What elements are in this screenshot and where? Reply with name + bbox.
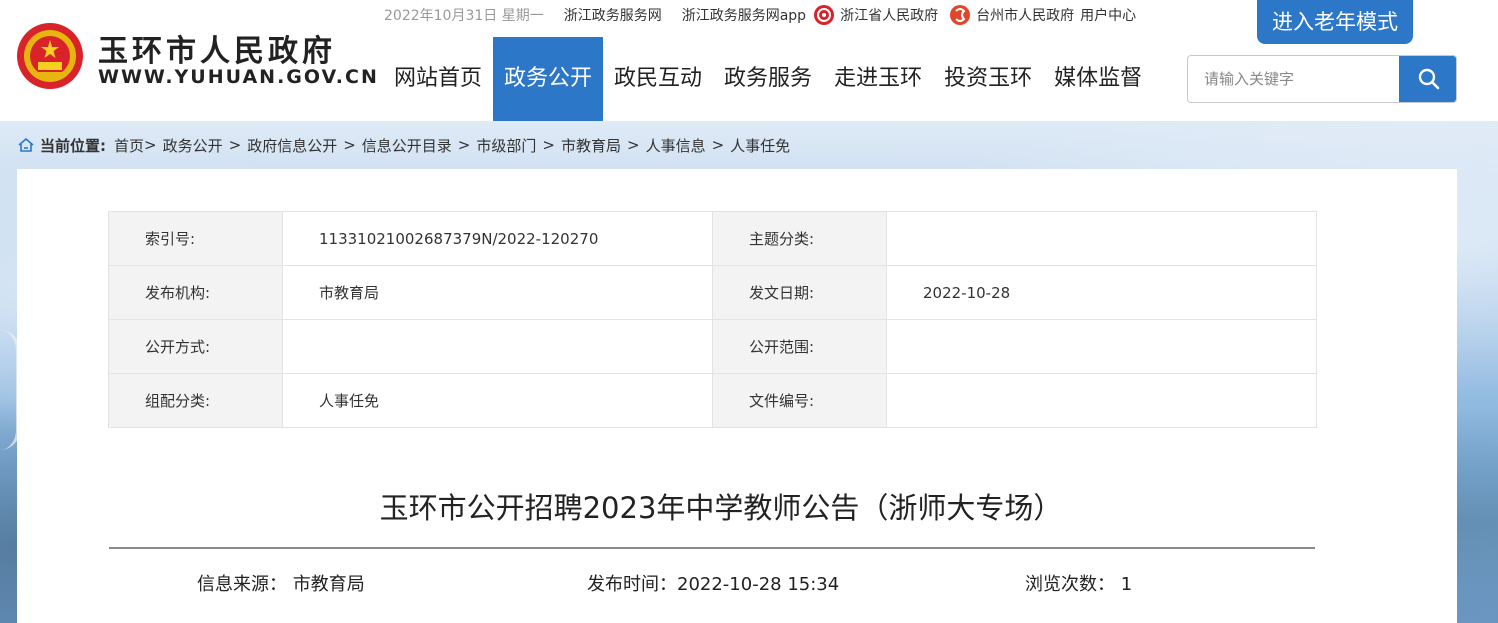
meta-value bbox=[886, 211, 1317, 266]
nav-gov-affairs[interactable]: 政务公开 bbox=[493, 37, 604, 121]
breadcrumb-label: 当前位置: bbox=[40, 136, 106, 155]
breadcrumb-separator: > bbox=[343, 136, 356, 154]
table-row: 组配分类: 人事任免 文件编号: bbox=[108, 373, 1317, 428]
elder-mode-button[interactable]: 进入老年模式 bbox=[1257, 0, 1413, 44]
zhejiang-gov-icon bbox=[814, 5, 835, 25]
table-row: 索引号: 11331021002687379N/2022-120270 主题分类… bbox=[108, 211, 1317, 266]
article-title: 玉环市公开招聘2023年中学教师公告（浙师大专场） bbox=[379, 491, 1063, 525]
search-input[interactable] bbox=[1188, 56, 1399, 102]
table-row: 公开方式: 公开范围: bbox=[108, 319, 1317, 374]
breadcrumb-separator: > bbox=[711, 136, 725, 154]
metadata-table: 索引号: 11331021002687379N/2022-120270 主题分类… bbox=[108, 211, 1317, 428]
publish-time-value: 2022-10-28 15:34 bbox=[677, 574, 840, 595]
breadcrumb-separator: > bbox=[144, 136, 157, 154]
meta-key: 公开方式: bbox=[108, 319, 283, 374]
info-publish-time: 发布时间：2022-10-28 15:34 bbox=[587, 570, 839, 596]
meta-value: 2022-10-28 bbox=[886, 265, 1317, 320]
info-source: 信息来源： 市教育局 bbox=[197, 570, 365, 596]
views-value: 1 bbox=[1120, 574, 1133, 595]
nav-invest[interactable]: 投资玉环 bbox=[933, 37, 1043, 121]
title-divider bbox=[109, 547, 1315, 549]
nav-media-supervision[interactable]: 媒体监督 bbox=[1043, 37, 1153, 121]
breadcrumb-separator: > bbox=[457, 136, 471, 154]
search-box bbox=[1187, 55, 1457, 103]
info-views: 浏览次数： 1 bbox=[1025, 570, 1132, 596]
crumb-city-departments[interactable]: 市级部门 bbox=[476, 135, 536, 156]
link-taizhou-gov[interactable]: 台州市人民政府 bbox=[976, 5, 1074, 25]
crumb-info-disclosure[interactable]: 政府信息公开 bbox=[247, 135, 337, 156]
source-label: 信息来源： bbox=[197, 574, 287, 595]
logo-domain: WWW.YUHUAN.GOV.CN bbox=[98, 66, 379, 88]
table-row: 发布机构: 市教育局 发文日期: 2022-10-28 bbox=[108, 265, 1317, 320]
meta-value bbox=[886, 373, 1317, 428]
content-panel: 索引号: 11331021002687379N/2022-120270 主题分类… bbox=[17, 169, 1457, 623]
crumb-appointments[interactable]: 人事任免 bbox=[730, 135, 790, 156]
breadcrumb-separator: > bbox=[542, 136, 555, 154]
meta-value: 人事任免 bbox=[282, 373, 713, 428]
taizhou-gov-icon bbox=[950, 5, 971, 25]
crumb-education-bureau[interactable]: 市教育局 bbox=[561, 135, 621, 156]
meta-key: 公开范围: bbox=[712, 319, 887, 374]
views-label: 浏览次数： bbox=[1025, 574, 1115, 595]
nav-about-yuhuan[interactable]: 走进玉环 bbox=[823, 37, 933, 121]
meta-value: 11331021002687379N/2022-120270 bbox=[282, 211, 713, 266]
home-icon bbox=[18, 138, 34, 152]
nav-interaction[interactable]: 政民互动 bbox=[603, 37, 713, 121]
site-header: 玉环市人民政府 WWW.YUHUAN.GOV.CN 2022年10月31日 星期… bbox=[0, 0, 1498, 121]
search-button[interactable] bbox=[1399, 56, 1456, 102]
breadcrumb: 当前位置: 首页 > 政务公开 > 政府信息公开 > 信息公开目录 > 市级部门 > 市教… bbox=[18, 135, 790, 155]
source-value: 市教育局 bbox=[292, 574, 365, 595]
breadcrumb-separator: > bbox=[228, 136, 242, 154]
meta-key: 主题分类: bbox=[712, 211, 887, 266]
search-icon bbox=[1418, 68, 1439, 90]
crumb-disclosure-catalog[interactable]: 信息公开目录 bbox=[362, 135, 452, 156]
nav-services[interactable]: 政务服务 bbox=[713, 37, 823, 121]
link-zjzwfw[interactable]: 浙江政务服务网 bbox=[564, 5, 662, 25]
crumb-personnel-info[interactable]: 人事信息 bbox=[646, 135, 706, 156]
logo-chinese-name: 玉环市人民政府 bbox=[98, 34, 336, 69]
national-emblem-icon bbox=[17, 23, 83, 89]
meta-value: 市教育局 bbox=[282, 265, 713, 320]
meta-key: 发文日期: bbox=[712, 265, 887, 320]
current-date: 2022年10月31日 星期一 bbox=[384, 8, 544, 24]
meta-value bbox=[282, 319, 713, 374]
meta-key: 索引号: bbox=[108, 211, 283, 266]
link-user-center[interactable]: 用户中心 bbox=[1080, 5, 1136, 25]
crumb-gov-affairs[interactable]: 政务公开 bbox=[163, 135, 223, 156]
meta-key: 发布机构: bbox=[108, 265, 283, 320]
meta-key: 组配分类: bbox=[108, 373, 283, 428]
publish-time-label: 发布时间： bbox=[587, 574, 677, 595]
top-links-bar: 2022年10月31日 星期一 浙江政务服务网 浙江政务服务网app 浙江省人民… bbox=[384, 4, 1156, 26]
link-zhejiang-gov[interactable]: 浙江省人民政府 bbox=[840, 5, 938, 25]
site-logo[interactable]: 玉环市人民政府 WWW.YUHUAN.GOV.CN bbox=[14, 20, 384, 92]
nav-home[interactable]: 网站首页 bbox=[383, 37, 493, 121]
meta-value bbox=[886, 319, 1317, 374]
main-nav: 网站首页 政务公开 政民互动 政务服务 走进玉环 投资玉环 媒体监督 bbox=[383, 37, 1153, 121]
link-zjzwfw-app[interactable]: 浙江政务服务网app bbox=[682, 5, 806, 25]
breadcrumb-separator: > bbox=[626, 136, 640, 154]
meta-key: 文件编号: bbox=[712, 373, 887, 428]
crumb-home[interactable]: 首页 bbox=[114, 135, 144, 156]
